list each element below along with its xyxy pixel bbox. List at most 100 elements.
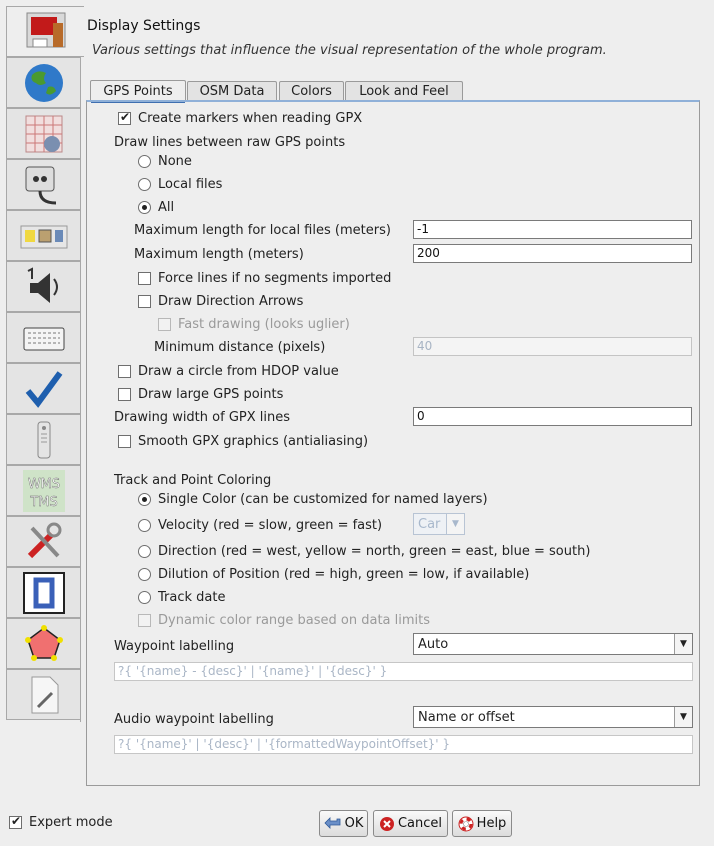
smooth-graphics-checkbox[interactable] (118, 435, 131, 448)
max-length-local-row: Maximum length for local files (meters) (134, 223, 391, 238)
sidebar-item-map-paint[interactable] (6, 618, 80, 669)
tools-icon (27, 522, 61, 558)
coloring-direction-radio[interactable] (138, 545, 151, 558)
chevron-down-icon: ▼ (446, 514, 464, 534)
ok-arrow-icon (324, 816, 341, 829)
force-lines-option[interactable]: Force lines if no segments imported (138, 271, 391, 286)
chevron-down-icon: ▼ (674, 634, 692, 654)
plugin-icon (25, 166, 56, 204)
drawing-width-label: Drawing width of GPX lines (114, 410, 291, 425)
coloring-single-label: Single Color (can be customized for name… (158, 492, 488, 507)
velocity-vehicle-select[interactable]: Car ▼ (413, 513, 465, 535)
expert-mode-label: Expert mode (29, 815, 113, 830)
cancel-button[interactable]: Cancel (373, 810, 448, 837)
page-title: Display Settings (87, 18, 201, 34)
keyboard-icon (23, 327, 64, 350)
waypoint-labelling-select[interactable]: Auto ▼ (413, 633, 693, 655)
wms-label: WMS (27, 477, 59, 492)
sidebar-item-advanced[interactable] (6, 669, 80, 720)
draw-lines-local-option[interactable]: Local files (138, 177, 222, 192)
coloring-velocity-label: Velocity (red = slow, green = fast) (158, 518, 383, 533)
drawing-width-input[interactable]: 0 (413, 407, 692, 426)
coloring-velocity-radio[interactable] (138, 519, 151, 532)
expert-mode-option[interactable]: Expert mode (9, 814, 113, 830)
large-points-checkbox[interactable] (118, 388, 131, 401)
audio-waypoint-labelling-row: Audio waypoint labelling (114, 712, 274, 727)
fast-drawing-option[interactable]: Fast drawing (looks uglier) (158, 317, 350, 332)
sidebar-item-globe[interactable] (6, 57, 80, 108)
create-markers-checkbox[interactable] (118, 110, 131, 125)
draw-lines-all-option[interactable]: All (138, 200, 174, 215)
sidebar-item-shortcut-zero[interactable] (6, 567, 80, 618)
help-button[interactable]: Help (452, 810, 512, 837)
large-points-option[interactable]: Draw large GPS points (118, 387, 283, 402)
draw-lines-none-radio[interactable] (138, 155, 151, 168)
globe-icon (24, 63, 63, 102)
dynamic-range-option[interactable]: Dynamic color range based on data limits (138, 613, 430, 628)
min-distance-input[interactable]: 40 (413, 337, 692, 356)
sidebar-item-imagery[interactable]: WMS TMS (6, 465, 80, 516)
draw-arrows-option[interactable]: Draw Direction Arrows (138, 294, 303, 309)
remote-control-icon (37, 421, 50, 458)
coloring-single-option[interactable]: Single Color (can be customized for name… (138, 492, 488, 507)
ok-button-label: OK (344, 816, 364, 831)
sidebar-item-projection[interactable] (6, 108, 80, 159)
sidebar-item-plugins[interactable] (6, 159, 80, 210)
max-length-local-label: Maximum length for local files (meters) (134, 223, 391, 238)
waypoint-labelling-value: Auto (418, 636, 449, 652)
coloring-dilution-option[interactable]: Dilution of Position (red = high, green … (138, 567, 529, 582)
sidebar-item-validator[interactable] (6, 363, 80, 414)
projection-grid-icon (25, 115, 62, 152)
draw-lines-local-label: Local files (158, 177, 223, 192)
sidebar-item-tools[interactable] (6, 516, 80, 567)
create-markers-label: Create markers when reading GPX (138, 111, 363, 126)
fast-drawing-label: Fast drawing (looks uglier) (178, 317, 350, 332)
coloring-direction-option[interactable]: Direction (red = west, yellow = north, g… (138, 544, 590, 559)
coloring-track-date-radio[interactable] (138, 591, 151, 604)
velocity-vehicle-value: Car (418, 516, 441, 532)
draw-lines-local-radio[interactable] (138, 178, 151, 191)
draw-lines-all-radio[interactable] (138, 201, 151, 214)
force-lines-checkbox[interactable] (138, 272, 151, 285)
chevron-down-icon: ▼ (674, 707, 692, 727)
expert-mode-checkbox[interactable] (9, 814, 22, 829)
display-icon (26, 12, 65, 47)
audio-waypoint-labelling-select[interactable]: Name or offset ▼ (413, 706, 693, 728)
max-length-local-input[interactable]: -1 (413, 220, 692, 239)
coloring-track-date-option[interactable]: Track date (138, 590, 225, 605)
sidebar-item-remote[interactable] (6, 414, 80, 465)
tab-gps-points[interactable]: GPS Points (90, 80, 186, 103)
coloring-velocity-option[interactable]: Velocity (red = slow, green = fast) (138, 518, 382, 533)
ok-button[interactable]: OK (319, 810, 368, 837)
hdop-circle-checkbox[interactable] (118, 365, 131, 378)
hdop-circle-option[interactable]: Draw a circle from HDOP value (118, 364, 339, 379)
waypoint-label-template-input[interactable]: ?{ '{name} - {desc}' | '{name}' | '{desc… (114, 662, 693, 681)
smooth-graphics-label: Smooth GPX graphics (antialiasing) (138, 434, 369, 449)
coloring-dilution-radio[interactable] (138, 568, 151, 581)
sidebar-item-toolbar[interactable] (6, 210, 80, 261)
tab-look-and-feel[interactable]: Look and Feel (345, 81, 463, 101)
draw-arrows-checkbox[interactable] (138, 295, 151, 308)
audio-waypoint-label-template-input[interactable]: ?{ '{name}' | '{desc}' | '{formattedWayp… (114, 735, 693, 754)
coloring-single-radio[interactable] (138, 493, 151, 506)
fast-drawing-checkbox[interactable] (158, 318, 171, 331)
shortcut-icon (22, 571, 65, 614)
advanced-document-icon (31, 676, 58, 713)
dynamic-range-checkbox[interactable] (138, 614, 151, 627)
hdop-circle-label: Draw a circle from HDOP value (138, 364, 339, 379)
max-length-input[interactable]: 200 (413, 244, 692, 263)
coloring-track-date-label: Track date (158, 590, 226, 605)
create-markers-option[interactable]: Create markers when reading GPX (118, 110, 363, 126)
sidebar-item-shortcuts[interactable] (6, 312, 80, 363)
smooth-graphics-option[interactable]: Smooth GPX graphics (antialiasing) (118, 434, 368, 449)
tab-osm-data[interactable]: OSM Data (187, 81, 277, 101)
draw-lines-heading: Draw lines between raw GPS points (114, 135, 345, 150)
tab-colors[interactable]: Colors (279, 81, 344, 101)
preferences-sidebar: WMS TMS (6, 6, 84, 722)
sidebar-item-display[interactable] (6, 6, 84, 57)
waypoint-labelling-label: Waypoint labelling (114, 639, 235, 654)
sidebar-item-audio[interactable] (6, 261, 80, 312)
draw-lines-none-option[interactable]: None (138, 154, 192, 169)
help-button-label: Help (476, 816, 507, 831)
wms-tms-icon: WMS TMS (22, 469, 65, 512)
